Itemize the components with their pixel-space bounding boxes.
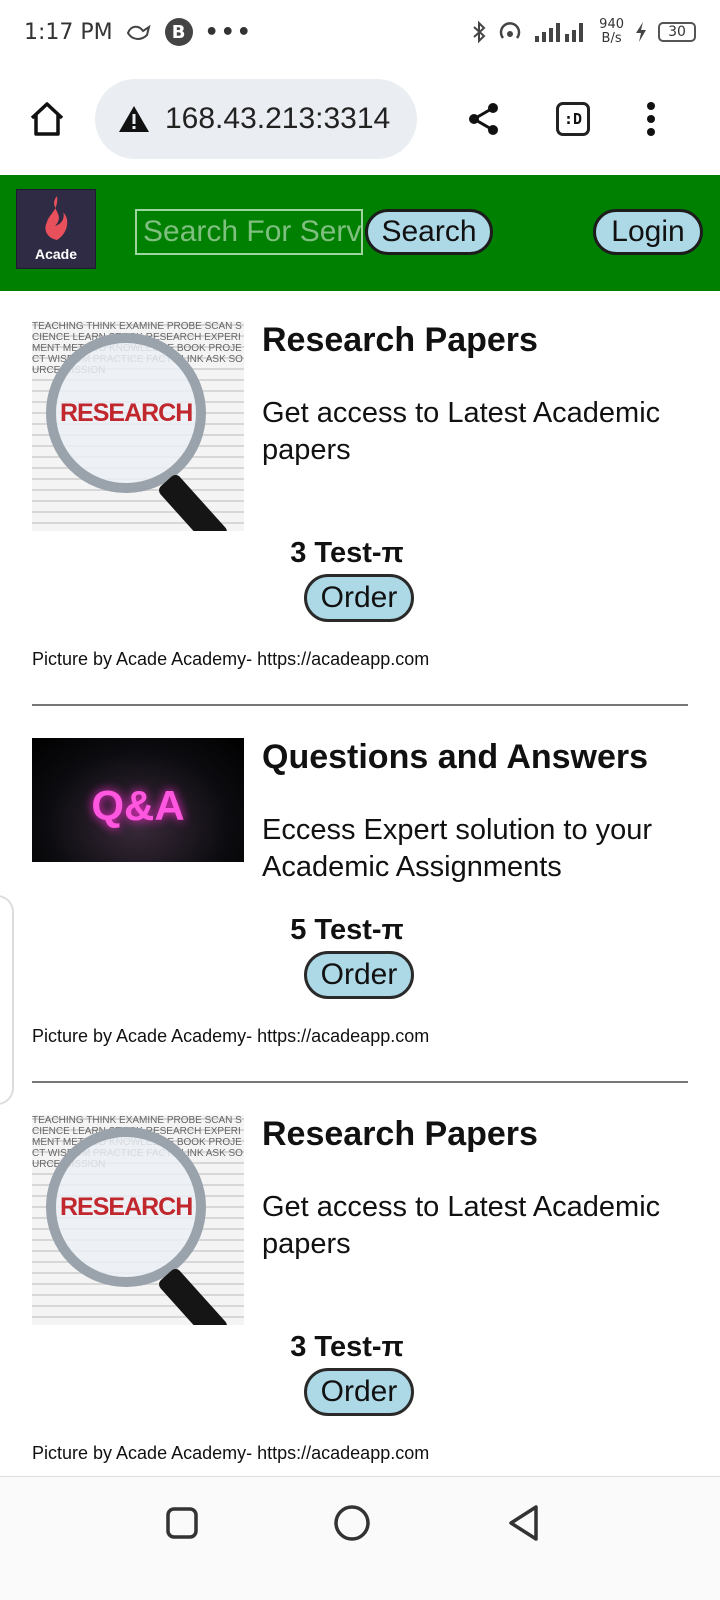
charging-icon bbox=[636, 22, 646, 42]
edge-panel-handle[interactable] bbox=[0, 895, 14, 1105]
hotspot-icon bbox=[499, 22, 521, 39]
thumb-word: Q&A bbox=[91, 782, 185, 829]
product-card: TEACHING THINK EXAMINE PROBE SCAN SCIENC… bbox=[32, 1115, 688, 1470]
overflow-menu-icon bbox=[647, 102, 655, 136]
research-image: TEACHING THINK EXAMINE PROBE SCAN SCIENC… bbox=[32, 321, 244, 531]
recent-apps-icon[interactable] bbox=[164, 1505, 200, 1541]
product-card: Q&A Questions and Answers Eccess Expert … bbox=[32, 738, 688, 1058]
more-notifications-icon: ••• bbox=[204, 19, 253, 45]
status-left: 1:17 PM B ••• bbox=[24, 18, 253, 46]
url-bar[interactable]: 168.43.213:3314 bbox=[95, 79, 417, 159]
item-price: 5 Test-π bbox=[290, 914, 404, 946]
research-image: TEACHING THINK EXAMINE PROBE SCAN SCIENC… bbox=[32, 1115, 244, 1325]
tabs-button[interactable]: :D bbox=[545, 91, 601, 147]
status-right: 940 B/s 30 bbox=[471, 18, 696, 46]
status-bar: 1:17 PM B ••• 940 B/s 30 bbox=[0, 0, 720, 64]
research-thumbnail[interactable]: TEACHING THINK EXAMINE PROBE SCAN SCIENC… bbox=[32, 321, 244, 531]
order-button[interactable]: Order bbox=[304, 1368, 414, 1416]
item-price: 3 Test-π bbox=[290, 1331, 404, 1363]
item-description: Get access to Latest Academic papers bbox=[262, 397, 661, 466]
share-icon bbox=[469, 103, 498, 135]
search-input[interactable] bbox=[135, 209, 363, 255]
picture-credit: Picture by Acade Academy- https://acadea… bbox=[32, 649, 430, 669]
thumb-word: RESEARCH bbox=[60, 1193, 193, 1221]
qa-image: Q&A bbox=[32, 738, 244, 862]
flame-icon bbox=[45, 196, 68, 240]
battery-level: 30 bbox=[658, 22, 696, 42]
bluetooth-icon bbox=[473, 20, 486, 44]
item-title[interactable]: Research Papers bbox=[262, 321, 538, 360]
logo-text: Acade bbox=[34, 246, 78, 262]
divider bbox=[32, 1081, 688, 1083]
order-button[interactable]: Order bbox=[304, 951, 414, 999]
qa-thumbnail[interactable]: Q&A bbox=[32, 738, 244, 862]
b-badge-icon: B bbox=[164, 18, 193, 46]
item-description: Get access to Latest Academic papers bbox=[262, 1191, 661, 1260]
home-nav-icon[interactable] bbox=[332, 1503, 372, 1543]
picture-credit: Picture by Acade Academy- https://acadea… bbox=[32, 1026, 430, 1046]
overflow-menu-button[interactable] bbox=[623, 91, 679, 147]
item-title[interactable]: Research Papers bbox=[262, 1115, 538, 1154]
item-title[interactable]: Questions and Answers bbox=[262, 738, 648, 777]
thumb-word: RESEARCH bbox=[60, 399, 193, 427]
network-speed: 940 B/s bbox=[599, 17, 624, 46]
picture-credit: Picture by Acade Academy- https://acadea… bbox=[32, 1443, 430, 1463]
login-button[interactable]: Login bbox=[593, 209, 703, 255]
order-button[interactable]: Order bbox=[304, 574, 414, 622]
home-button[interactable] bbox=[19, 91, 75, 147]
warning-icon bbox=[119, 106, 149, 132]
research-thumbnail[interactable]: TEACHING THINK EXAMINE PROBE SCAN SCIENC… bbox=[32, 1115, 244, 1325]
notification-icon bbox=[126, 24, 151, 40]
browser-toolbar: 168.43.213:3314 :D bbox=[0, 70, 720, 170]
url-text: 168.43.213:3314 bbox=[165, 102, 391, 135]
signal-icon bbox=[535, 23, 584, 42]
product-card: TEACHING THINK EXAMINE PROBE SCAN SCIENC… bbox=[32, 321, 688, 681]
tabs-icon: :D bbox=[556, 102, 590, 136]
acade-logo[interactable]: Acade bbox=[16, 189, 96, 269]
home-icon bbox=[30, 102, 64, 136]
status-time: 1:17 PM bbox=[24, 19, 113, 45]
divider bbox=[32, 704, 688, 706]
item-description: Eccess Expert solution to your Academic … bbox=[262, 814, 653, 883]
system-nav-bar bbox=[0, 1476, 720, 1600]
share-button[interactable] bbox=[456, 91, 512, 147]
item-price: 3 Test-π bbox=[290, 537, 404, 569]
site-header: Acade Search Login bbox=[0, 175, 720, 291]
search-button[interactable]: Search bbox=[365, 209, 493, 255]
back-icon[interactable] bbox=[506, 1503, 542, 1543]
